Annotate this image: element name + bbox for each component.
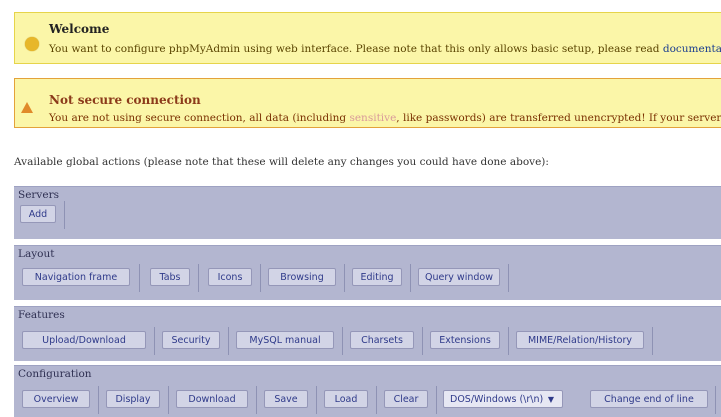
global-actions-note: Available global actions (please note th… — [14, 156, 549, 168]
change-end-of-line-button[interactable]: Change end of line — [590, 390, 708, 408]
eol-select-value: DOS/Windows (\r\n) — [450, 394, 544, 405]
clear-button[interactable]: Clear — [384, 390, 428, 408]
layout-section: Layout Navigation frame Tabs Icons Brows… — [14, 245, 721, 300]
configuration-section-title: Configuration — [18, 368, 92, 380]
configuration-section: Configuration Overview Display Download … — [14, 365, 721, 417]
security-button[interactable]: Security — [162, 331, 220, 349]
save-button[interactable]: Save — [264, 390, 308, 408]
tabs-button[interactable]: Tabs — [150, 268, 190, 286]
browsing-button[interactable]: Browsing — [268, 268, 336, 286]
info-dot-icon — [25, 37, 39, 51]
features-section-title: Features — [18, 309, 65, 321]
mysql-manual-button[interactable]: MySQL manual — [236, 331, 334, 349]
insecure-title: Not secure connection — [49, 93, 201, 107]
extensions-button[interactable]: Extensions — [430, 331, 500, 349]
welcome-message: You want to configure phpMyAdmin using w… — [49, 43, 721, 55]
eol-select[interactable]: DOS/Windows (\r\n) ▼ — [443, 390, 563, 408]
servers-section-title: Servers — [18, 189, 59, 201]
features-section: Features Upload/Download Security MySQL … — [14, 306, 721, 361]
welcome-notice: Welcome You want to configure phpMyAdmin… — [14, 12, 721, 64]
insecure-message: You are not using secure connection, all… — [49, 112, 721, 124]
mime-relation-history-button[interactable]: MIME/Relation/History — [516, 331, 644, 349]
insecure-connection-notice: Not secure connection You are not using … — [14, 78, 721, 128]
icons-button[interactable]: Icons — [208, 268, 252, 286]
query-window-button[interactable]: Query window — [418, 268, 500, 286]
load-button[interactable]: Load — [324, 390, 368, 408]
add-server-button[interactable]: Add — [20, 205, 56, 223]
charsets-button[interactable]: Charsets — [350, 331, 414, 349]
chevron-down-icon: ▼ — [547, 395, 554, 404]
welcome-title: Welcome — [49, 22, 110, 36]
warning-triangle-icon — [21, 102, 33, 113]
upload-download-button[interactable]: Upload/Download — [22, 331, 146, 349]
editing-button[interactable]: Editing — [352, 268, 402, 286]
overview-button[interactable]: Overview — [22, 390, 90, 408]
download-button[interactable]: Download — [176, 390, 248, 408]
display-button[interactable]: Display — [106, 390, 160, 408]
documentation-link[interactable]: documentati — [663, 43, 721, 55]
servers-section: Servers Add — [14, 186, 721, 239]
layout-section-title: Layout — [18, 248, 55, 260]
navigation-frame-button[interactable]: Navigation frame — [22, 268, 130, 286]
